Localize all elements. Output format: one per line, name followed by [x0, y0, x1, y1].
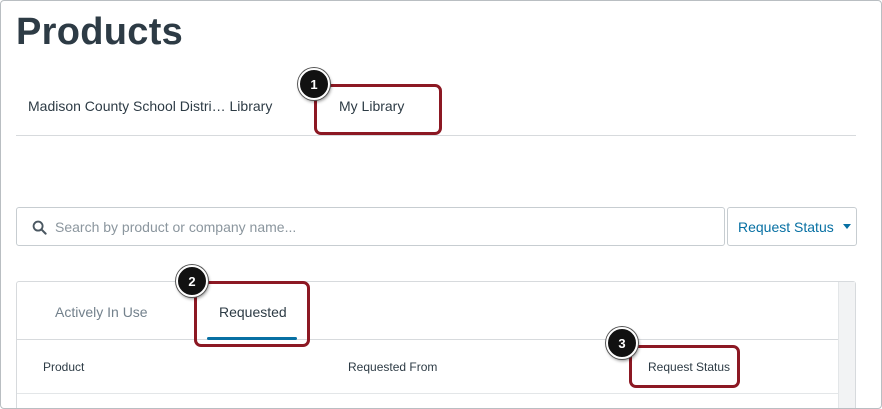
caret-down-icon — [842, 224, 851, 229]
page-title: Products — [16, 11, 184, 53]
callout-badge-3: 3 — [606, 327, 638, 359]
product-tabs: Actively In Use Requested — [17, 282, 839, 340]
table-header-divider — [17, 393, 839, 394]
app-window: Products Madison County School Distri… L… — [0, 0, 882, 409]
tab-actively-in-use[interactable]: Actively In Use — [55, 304, 148, 320]
callout-highlight-request-status — [629, 345, 740, 388]
vertical-scrollbar[interactable] — [838, 282, 855, 408]
tab-district-library[interactable]: Madison County School Distri… Library — [28, 98, 272, 114]
column-header-requested-from[interactable]: Requested From — [348, 360, 437, 374]
search-input[interactable] — [55, 208, 715, 245]
column-header-product[interactable]: Product — [43, 360, 84, 374]
callout-highlight-my-library — [314, 84, 442, 135]
search-box — [16, 207, 725, 246]
callout-badge-2: 2 — [176, 265, 208, 297]
callout-highlight-requested — [194, 281, 310, 347]
request-status-filter-label: Request Status — [738, 218, 834, 235]
search-icon — [32, 220, 47, 235]
request-status-filter-button[interactable]: Request Status — [727, 207, 857, 246]
callout-badge-1: 1 — [298, 68, 330, 100]
